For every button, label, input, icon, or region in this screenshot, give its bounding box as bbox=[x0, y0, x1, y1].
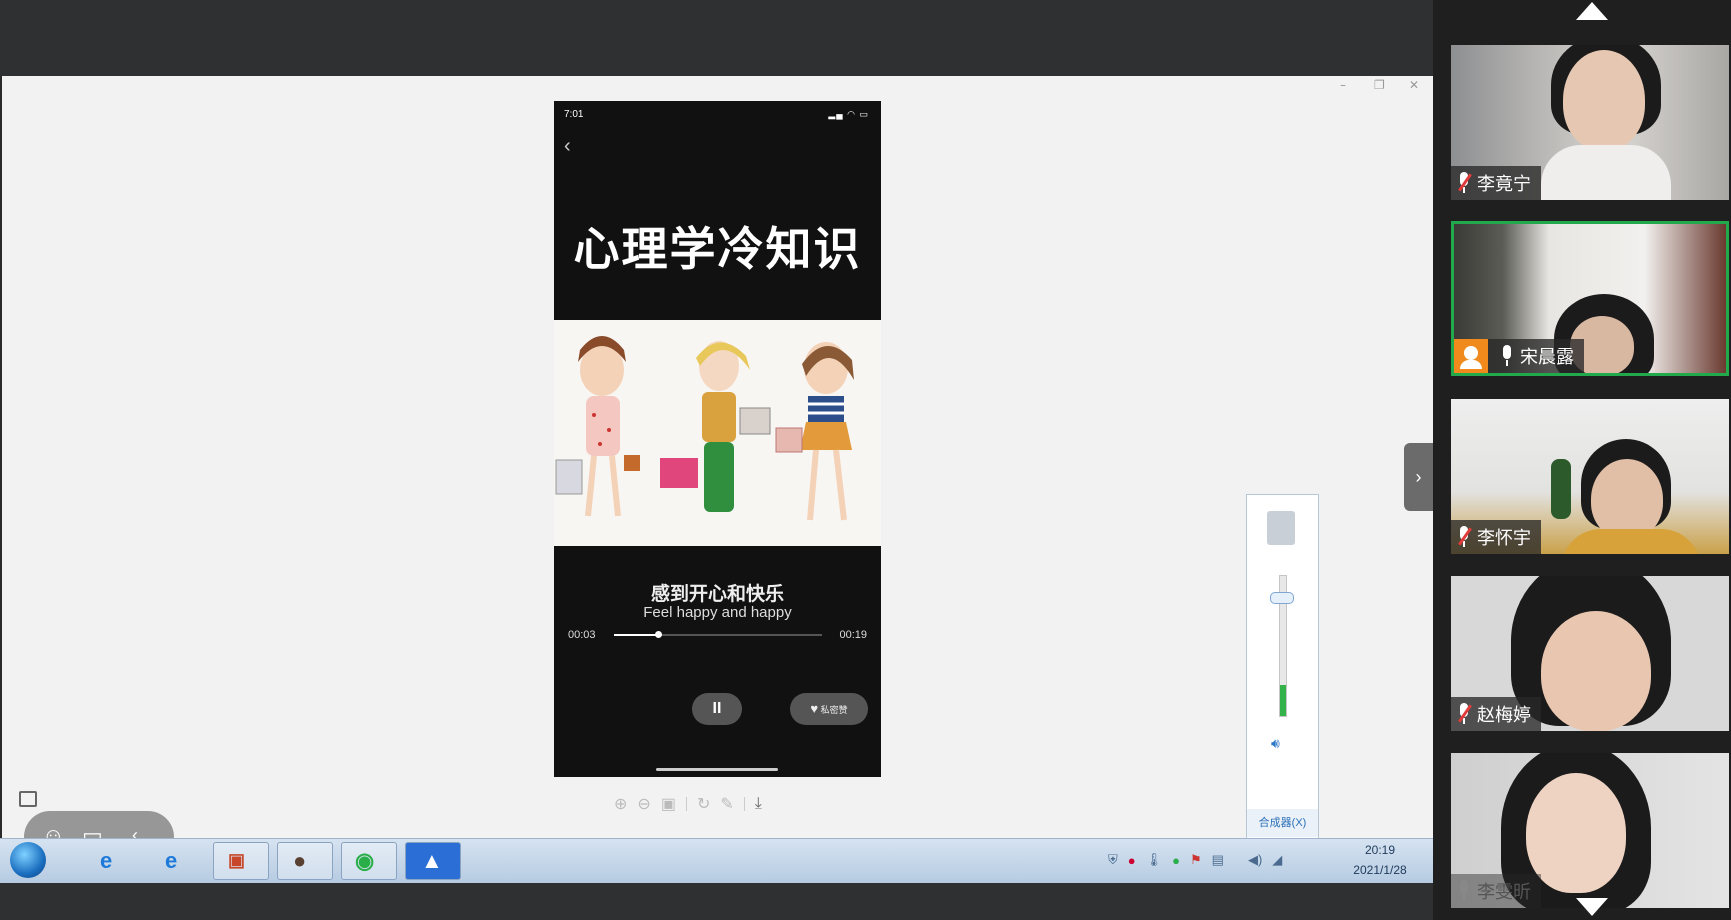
subtitle-english: Feel happy and happy bbox=[643, 604, 792, 621]
network-icon[interactable]: ● bbox=[1128, 853, 1136, 868]
host-badge-icon bbox=[1454, 339, 1488, 373]
rotate-icon[interactable]: ↻ bbox=[697, 794, 710, 814]
like-button[interactable]: ♥ 私密赞 bbox=[790, 693, 868, 725]
participant-face bbox=[1526, 773, 1626, 893]
participant-tile-active[interactable]: 宋晨露 bbox=[1451, 221, 1729, 376]
toolbar-divider bbox=[743, 797, 745, 811]
ie-browser-icon[interactable]: e bbox=[165, 848, 177, 874]
collapse-panel-arrow-icon[interactable]: › bbox=[1404, 443, 1433, 511]
shield-icon[interactable]: ⛨ bbox=[1108, 852, 1118, 868]
participant-tile[interactable]: 李雯昕 bbox=[1451, 753, 1729, 908]
shared-screen-top-bar bbox=[0, 0, 1433, 76]
system-tray: ⛨ ● 🌡︎ ● ⚑ ▤ ◀) ◢ bbox=[1108, 845, 1282, 875]
taskbar-clock-date[interactable]: 2021/1/28 bbox=[1345, 863, 1415, 877]
progress-knob[interactable] bbox=[654, 631, 662, 638]
screen-share-icon[interactable] bbox=[19, 791, 37, 807]
illustration-three-women bbox=[554, 320, 881, 546]
participant-name: 赵梅婷 bbox=[1477, 705, 1531, 726]
signal-wifi-battery-icons: ▂▄ ◠ ▭ bbox=[828, 109, 869, 119]
plant bbox=[1551, 459, 1571, 519]
home-indicator bbox=[656, 768, 778, 771]
powerpoint-icon: ▣ bbox=[228, 850, 246, 870]
zoom-out-icon[interactable]: ⊖ bbox=[637, 794, 650, 814]
participant-tile[interactable]: 李竟宁 bbox=[1451, 45, 1729, 200]
mic-muted-icon bbox=[1457, 526, 1472, 548]
taskbar-clock-time[interactable]: 20:19 bbox=[1345, 843, 1415, 857]
participant-name: 宋晨露 bbox=[1520, 347, 1574, 368]
mic-muted-icon bbox=[1457, 703, 1472, 725]
image-viewer-toolbar: ⊕ ⊖ ▣ ↻ ✎ ⤓ bbox=[614, 793, 762, 815]
download-icon[interactable]: ⤓ bbox=[755, 795, 762, 813]
participant-name: 李怀宇 bbox=[1477, 528, 1531, 549]
participant-name-tag: 李竟宁 bbox=[1451, 166, 1541, 200]
speaker-device-icon bbox=[1267, 511, 1295, 545]
speaker-tray-icon[interactable]: ◀) bbox=[1248, 852, 1262, 868]
avatar-app-icon: ● bbox=[293, 848, 307, 873]
participant-tile[interactable]: 赵梅婷 bbox=[1451, 576, 1729, 731]
participant-face bbox=[1541, 611, 1651, 731]
participant-name-tag: 李雯昕 bbox=[1451, 874, 1541, 908]
heart-icon: ♥ bbox=[810, 701, 819, 716]
woman-left-figure bbox=[555, 336, 640, 517]
like-label: 私密赞 bbox=[820, 705, 848, 715]
start-button[interactable] bbox=[10, 842, 46, 878]
participant-sweater bbox=[1541, 145, 1671, 200]
pause-button[interactable]: II bbox=[692, 693, 742, 725]
participant-name-tag: 李怀宇 bbox=[1451, 520, 1541, 554]
scroll-down-arrow-icon[interactable] bbox=[1576, 898, 1608, 916]
thermometer-icon[interactable]: 🌡︎ bbox=[1146, 852, 1163, 868]
subtitle-chinese: 感到开心和快乐 bbox=[650, 583, 784, 605]
volume-level-fill bbox=[1280, 685, 1286, 716]
close-icon[interactable]: ✕ bbox=[1409, 78, 1419, 92]
scroll-up-arrow-icon[interactable] bbox=[1576, 2, 1608, 20]
volume-popup: 🔊︎ 合成器(X) bbox=[1246, 494, 1319, 839]
mic-icon bbox=[1500, 345, 1514, 367]
volume-slider-thumb[interactable] bbox=[1270, 591, 1294, 604]
device-icon[interactable]: ▤ bbox=[1212, 852, 1224, 868]
minimize-icon[interactable]: – bbox=[1340, 78, 1346, 92]
zoom-in-icon[interactable]: ⊕ bbox=[614, 794, 627, 814]
edit-pencil-icon[interactable]: ✎ bbox=[720, 794, 733, 814]
meeting-app-icon: ▲ bbox=[421, 848, 443, 873]
participant-tile[interactable]: 李怀宇 bbox=[1451, 399, 1729, 554]
status-time: 7:01 bbox=[564, 109, 584, 120]
woman-right-figure bbox=[775, 342, 854, 521]
participant-name: 李竟宁 bbox=[1477, 174, 1531, 195]
phone-screen: 7:01 ▂▄ ◠ ▭ ‹ 心理学冷知识 感到开心和快乐 Feel happy … bbox=[554, 101, 881, 777]
back-chevron-icon[interactable]: ‹ bbox=[564, 135, 571, 158]
mixer-link[interactable]: 合成器(X) bbox=[1247, 809, 1318, 837]
restore-icon[interactable]: ❐ bbox=[1374, 78, 1385, 92]
woman-middle-figure bbox=[660, 341, 771, 512]
ie-pinned-icon[interactable]: e bbox=[100, 848, 112, 874]
progress-fill bbox=[614, 634, 658, 636]
participant-name: 李雯昕 bbox=[1477, 882, 1531, 903]
shared-screen-bottom-bar bbox=[0, 880, 1433, 920]
wechat-icon: ◉ bbox=[355, 848, 375, 873]
volume-speaker-icon[interactable]: 🔊︎ bbox=[1271, 735, 1280, 752]
current-time: 00:03 bbox=[568, 629, 596, 641]
network-signal-icon[interactable]: ◢ bbox=[1272, 852, 1282, 868]
wechat-tray-icon[interactable]: ● bbox=[1172, 853, 1180, 868]
fit-screen-icon[interactable]: ▣ bbox=[661, 794, 676, 814]
mic-muted-icon bbox=[1457, 172, 1472, 194]
participant-face bbox=[1563, 50, 1645, 150]
mic-icon bbox=[1457, 880, 1471, 902]
video-headline: 心理学冷知识 bbox=[573, 222, 862, 276]
toolbar-divider bbox=[685, 797, 687, 811]
participant-name-tag: 赵梅婷 bbox=[1451, 697, 1541, 731]
total-time: 00:19 bbox=[839, 629, 867, 641]
participant-face bbox=[1591, 459, 1663, 539]
flag-icon[interactable]: ⚑ bbox=[1190, 852, 1202, 868]
participant-name-tag: 宋晨露 bbox=[1454, 339, 1584, 373]
progress-slider[interactable] bbox=[614, 631, 822, 638]
